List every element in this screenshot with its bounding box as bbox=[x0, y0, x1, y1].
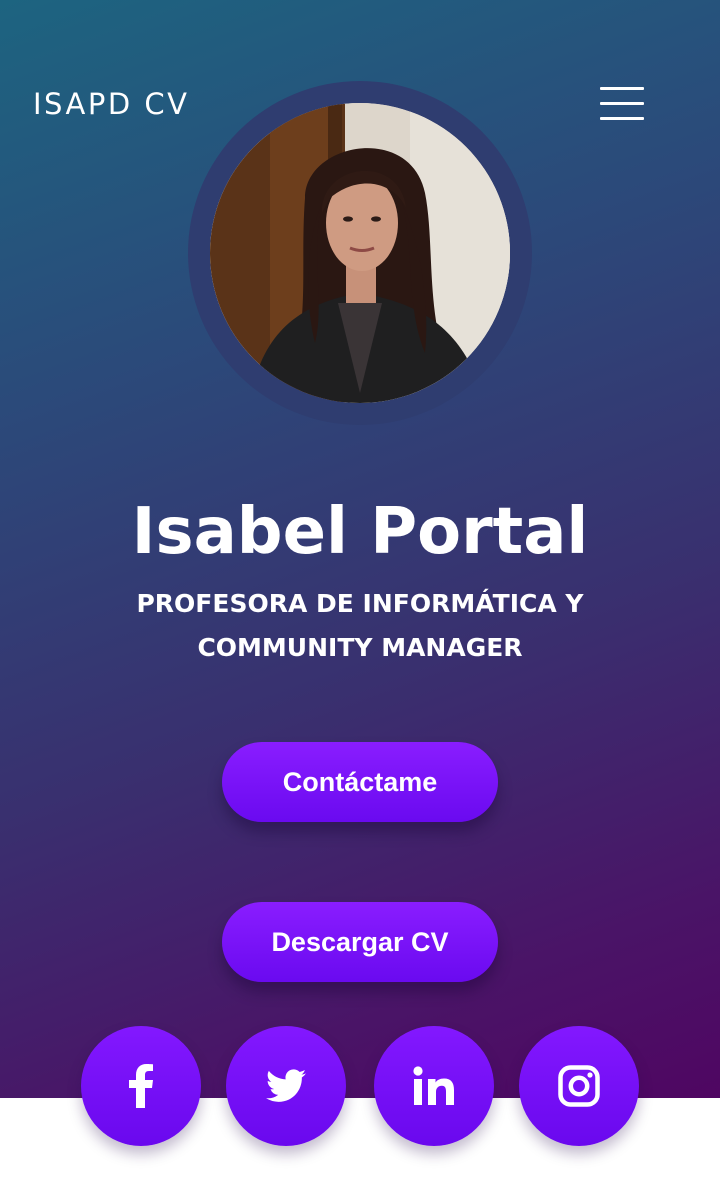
profile-role-line2: COMMUNITY MANAGER bbox=[197, 633, 523, 662]
profile-role-line1: PROFESORA DE INFORMÁTICA Y bbox=[136, 589, 584, 618]
avatar bbox=[210, 103, 510, 403]
menu-line bbox=[600, 117, 644, 120]
profile-role: PROFESORA DE INFORMÁTICA Y COMMUNITY MAN… bbox=[60, 582, 660, 670]
instagram-icon bbox=[558, 1065, 600, 1107]
facebook-icon bbox=[129, 1064, 153, 1108]
menu-line bbox=[600, 102, 644, 105]
profile-name: Isabel Portal bbox=[131, 495, 589, 569]
hamburger-menu-icon[interactable] bbox=[596, 84, 646, 124]
brand-logo[interactable]: ISAPD CV bbox=[33, 86, 189, 122]
linkedin-icon bbox=[413, 1066, 454, 1105]
page: ISAPD CV Isabel Portal PROFESORA DE INFO… bbox=[0, 0, 720, 1200]
linkedin-button[interactable] bbox=[374, 1026, 494, 1146]
facebook-button[interactable] bbox=[81, 1026, 201, 1146]
twitter-icon bbox=[266, 1069, 306, 1102]
contact-button[interactable]: Contáctame bbox=[222, 742, 498, 822]
menu-line bbox=[600, 87, 644, 90]
download-cv-button[interactable]: Descargar CV bbox=[222, 902, 498, 982]
twitter-button[interactable] bbox=[226, 1026, 346, 1146]
hero-section: ISAPD CV Isabel Portal PROFESORA DE INFO… bbox=[0, 0, 720, 1098]
avatar-ring bbox=[188, 81, 532, 425]
profile-photo bbox=[210, 103, 510, 403]
instagram-button[interactable] bbox=[519, 1026, 639, 1146]
